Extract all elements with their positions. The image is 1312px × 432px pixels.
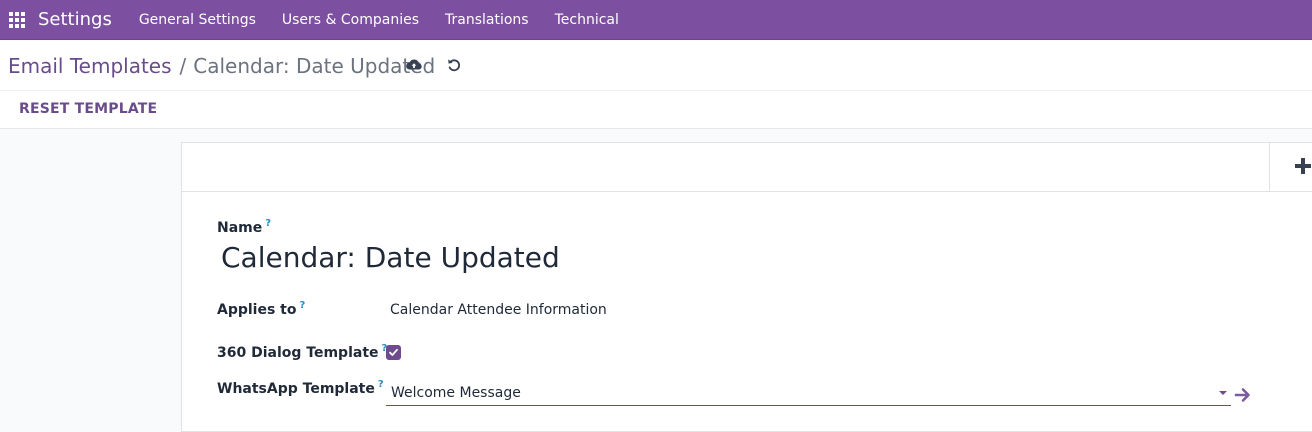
internal-link-arrow-icon[interactable] [1234,386,1252,404]
dialog360-template-checkbox[interactable] [386,345,401,360]
discard-undo-icon[interactable] [445,56,463,74]
breadcrumb-separator: / [179,54,187,78]
menu-translations[interactable]: Translations [432,0,542,40]
apps-menu-icon[interactable] [0,0,34,40]
applies-to-label: Applies to? [217,300,306,318]
menu-general-settings[interactable]: General Settings [126,0,269,40]
sheet-header [182,143,1312,192]
help-tooltip-icon[interactable]: ? [300,300,306,311]
breadcrumb-parent-link[interactable]: Email Templates [8,54,172,78]
reset-template-button[interactable]: RESET TEMPLATE [19,101,157,117]
whatsapp-template-label: WhatsApp Template? [217,379,384,397]
applies-to-label-text: Applies to [217,302,297,318]
name-field[interactable]: Calendar: Date Updated [221,241,560,274]
name-label: Name? [217,218,271,236]
top-navbar: Settings General Settings Users & Compan… [0,0,1312,40]
dropdown-caret-icon[interactable] [1219,391,1227,395]
breadcrumb: Email Templates / Calendar: Date Updated [8,52,435,80]
add-plus-icon[interactable] [1269,143,1312,191]
app-title[interactable]: Settings [38,9,112,30]
control-panel-divider [0,90,1312,91]
menu-technical[interactable]: Technical [542,0,632,40]
whatsapp-template-select[interactable]: Welcome Message [386,382,1231,406]
help-tooltip-icon[interactable]: ? [378,379,384,390]
cloud-upload-icon[interactable] [405,56,423,74]
menu-users-companies[interactable]: Users & Companies [269,0,432,40]
applies-to-value: Calendar Attendee Information [390,302,607,318]
breadcrumb-current: Calendar: Date Updated [193,54,436,78]
whatsapp-template-label-text: WhatsApp Template [217,381,375,397]
help-tooltip-icon[interactable]: ? [265,218,271,229]
form-sheet: Name? Calendar: Date Updated Applies to?… [181,142,1312,432]
name-label-text: Name [217,220,263,236]
whatsapp-template-value: Welcome Message [391,385,521,401]
dialog360-template-label: 360 Dialog Template? [217,343,387,361]
control-panel: Email Templates / Calendar: Date Updated… [0,41,1312,129]
dialog360-template-label-text: 360 Dialog Template [217,345,379,361]
